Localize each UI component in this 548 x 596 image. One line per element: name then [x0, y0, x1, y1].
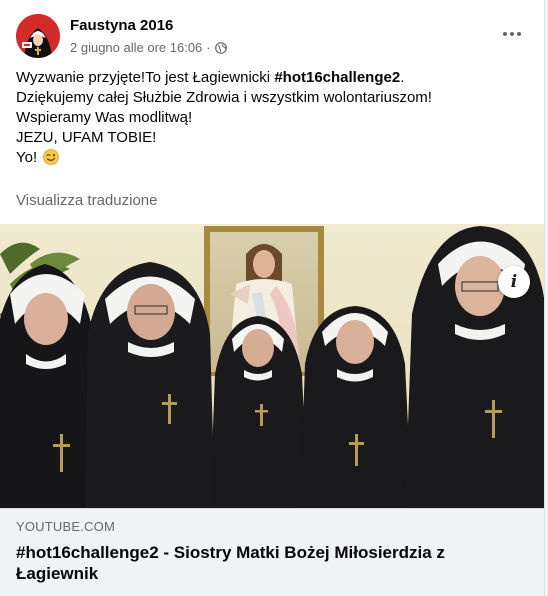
- post-text-segment: Yo!: [16, 149, 38, 166]
- winking-face-emoji-icon: [43, 149, 60, 165]
- post-timestamp[interactable]: 2 giugno alle ore 16:06: [70, 40, 202, 55]
- post-text-segment: JEZU, UFAM TOBIE!: [16, 129, 157, 146]
- post-line: Wspieramy Was modlitwą!: [16, 108, 528, 128]
- hashtag-link[interactable]: #hot16challenge2: [274, 69, 400, 86]
- info-icon[interactable]: i: [498, 266, 530, 298]
- link-title[interactable]: #hot16challenge2 - Siostry Matki Bożej M…: [16, 542, 529, 584]
- post-message: Wyzwanie przyjęte!To jest Łagiewnicki #h…: [16, 68, 528, 168]
- link-preview[interactable]: YOUTUBE.COM #hot16challenge2 - Siostry M…: [0, 508, 544, 596]
- link-domain: YOUTUBE.COM: [16, 519, 115, 534]
- avatar-image: [16, 14, 60, 58]
- post-meta: 2 giugno alle ore 16:06 ·: [70, 40, 227, 55]
- video-thumbnail[interactable]: [0, 224, 544, 508]
- post-line: Yo!: [16, 148, 528, 168]
- author-avatar[interactable]: [16, 14, 60, 58]
- see-translation-link[interactable]: Visualizza traduzione: [16, 192, 157, 209]
- post-card: Faustyna 2016 2 giugno alle ore 16:06 · …: [0, 0, 545, 596]
- post-line: Dziękujemy całej Służbie Zdrowia i wszys…: [16, 88, 528, 108]
- post-header: Faustyna 2016 2 giugno alle ore 16:06 ·: [16, 14, 528, 58]
- meta-separator: ·: [206, 40, 211, 55]
- video-thumbnail-image: [0, 224, 544, 508]
- post-line: JEZU, UFAM TOBIE!: [16, 128, 528, 148]
- post-text-segment: .: [400, 69, 405, 86]
- globe-icon[interactable]: [214, 41, 227, 54]
- more-options-icon[interactable]: [496, 20, 528, 48]
- post-text-segment: Wyzwanie przyjęte!To jest Łagiewnicki: [16, 69, 275, 86]
- post-text-segment: Dziękujemy całej Służbie Zdrowia i wszys…: [16, 89, 432, 106]
- post-text-segment: Wspieramy Was modlitwą!: [16, 109, 193, 126]
- post-line: Wyzwanie przyjęte!To jest Łagiewnicki #h…: [16, 68, 528, 88]
- author-name[interactable]: Faustyna 2016: [70, 17, 173, 34]
